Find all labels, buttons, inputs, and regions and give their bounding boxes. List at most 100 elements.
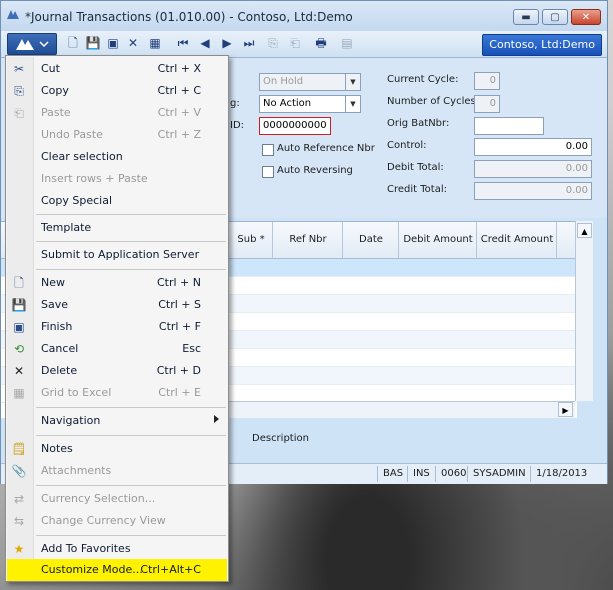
control-field[interactable]: 0.00 — [474, 138, 592, 156]
window-title: *Journal Transactions (01.010.00) - Cont… — [25, 10, 353, 24]
paste-icon[interactable]: ⎗ — [287, 35, 303, 51]
menu-item-delete[interactable]: ✕ Delete Ctrl + D — [7, 360, 227, 382]
debit-total-label: Debit Total: — [387, 162, 444, 173]
app-menu-logo-icon — [16, 39, 49, 50]
menu-item-paste[interactable]: ⎗ Paste Ctrl + V — [7, 102, 227, 124]
status-bas: BAS — [377, 466, 408, 482]
credit-total-field[interactable]: 0.00 — [474, 182, 592, 200]
scissors-icon: ✂ — [13, 62, 25, 76]
posting-select[interactable]: No Action ▼ — [259, 95, 361, 113]
currency-view-icon: ⇆ — [13, 514, 25, 528]
num-cycles-field[interactable]: 0 — [474, 95, 500, 113]
save-icon[interactable]: 💾 — [85, 35, 101, 51]
save-icon: 💾 — [11, 298, 27, 312]
menu-item-template[interactable]: Template — [7, 217, 227, 239]
menu-separator — [36, 435, 226, 436]
report-icon[interactable]: ▤ — [339, 35, 355, 51]
copy-icon: ⎘ — [14, 84, 24, 98]
menu-item-copy-special[interactable]: Copy Special — [7, 190, 227, 212]
last-record-icon[interactable]: ⏭ — [241, 35, 257, 51]
menu-item-insert-rows-paste[interactable]: Insert rows + Paste — [7, 168, 227, 190]
menu-item-submit-server[interactable]: Submit to Application Server — [7, 244, 227, 266]
menu-separator — [36, 241, 226, 242]
column-ref-nbr[interactable]: Ref Nbr — [272, 222, 343, 258]
excel-icon: ▦ — [13, 386, 25, 400]
star-icon: ★ — [13, 542, 25, 556]
menu-item-undo-paste[interactable]: Undo Paste Ctrl + Z — [7, 124, 227, 146]
menu-item-cancel[interactable]: ⟲ Cancel Esc — [7, 338, 227, 360]
toolbar: 🗋 💾 ▣ ✕ ▦ ⏮ ◀ ▶ ⏭ ⎘ ⎗ 🖶 ▤ Contoso, Ltd:D… — [1, 31, 607, 58]
id-label: ID: — [230, 120, 245, 131]
menu-item-finish[interactable]: ▣ Finish Ctrl + F — [7, 316, 227, 338]
menu-item-notes[interactable]: 🗒 Notes — [7, 438, 227, 460]
status-user: SYSADMIN — [467, 466, 531, 482]
menu-item-grid-to-excel[interactable]: ▦ Grid to Excel Ctrl + E — [7, 382, 227, 404]
attachments-icon: 📎 — [11, 464, 27, 478]
column-debit-amount[interactable]: Debit Amount — [398, 222, 477, 258]
vertical-scrollbar[interactable]: ▲ — [575, 221, 593, 401]
scroll-up-icon[interactable]: ▲ — [577, 223, 592, 238]
maximize-button[interactable]: ▢ — [542, 9, 568, 25]
menu-item-clear-selection[interactable]: Clear selection — [7, 146, 227, 168]
submenu-arrow-icon — [214, 415, 219, 423]
minimize-button[interactable]: ▬ — [513, 9, 539, 25]
status-select[interactable]: On Hold ▼ — [259, 73, 361, 91]
auto-reference-checkbox[interactable] — [262, 144, 274, 156]
grid-icon[interactable]: ▦ — [147, 35, 163, 51]
id-field[interactable]: 0000000000 — [259, 117, 331, 135]
delete-icon[interactable]: ✕ — [125, 35, 141, 51]
application-dropdown-menu: ✂ Cut Ctrl + X ⎘ Copy Ctrl + C ⎗ Paste C… — [5, 55, 229, 582]
status-ins: INS — [407, 466, 435, 482]
menu-item-save[interactable]: 💾 Save Ctrl + S — [7, 294, 227, 316]
previous-record-icon[interactable]: ◀ — [197, 35, 213, 51]
finish-icon[interactable]: ▣ — [105, 35, 121, 51]
next-record-icon[interactable]: ▶ — [219, 35, 235, 51]
posting-label: g: — [230, 98, 240, 109]
menu-item-change-currency-view[interactable]: ⇆ Change Currency View — [7, 510, 227, 532]
first-record-icon[interactable]: ⏮ — [175, 35, 191, 51]
menu-item-customize-mode[interactable]: Customize Mode... Ctrl+Alt+C — [7, 559, 227, 581]
copy-icon[interactable]: ⎘ — [265, 35, 281, 51]
menu-item-new[interactable]: 🗋 New Ctrl + N — [7, 272, 227, 294]
close-button[interactable]: ✕ — [571, 9, 601, 25]
menu-item-copy[interactable]: ⎘ Copy Ctrl + C — [7, 80, 227, 102]
menu-separator — [36, 269, 226, 270]
print-icon[interactable]: 🖶 — [313, 35, 329, 51]
menu-item-add-favorites[interactable]: ★ Add To Favorites — [7, 538, 227, 560]
notes-icon: 🗒 — [11, 442, 27, 456]
credit-total-label: Credit Total: — [387, 184, 447, 195]
chevron-down-icon: ▼ — [345, 74, 360, 90]
column-sub[interactable]: Sub * — [228, 222, 273, 258]
menu-item-navigation[interactable]: Navigation — [7, 410, 227, 432]
horizontal-scrollbar[interactable]: ▶ — [229, 401, 575, 418]
scroll-right-icon[interactable]: ▶ — [558, 402, 573, 417]
column-date[interactable]: Date — [342, 222, 399, 258]
auto-reversing-checkbox[interactable] — [262, 166, 274, 178]
company-badge[interactable]: Contoso, Ltd:Demo — [482, 34, 602, 56]
app-logo-icon — [7, 10, 19, 19]
menu-separator — [36, 214, 226, 215]
auto-reversing-label: Auto Reversing — [277, 165, 353, 176]
menu-item-attachments[interactable]: 📎 Attachments — [7, 460, 227, 482]
current-cycle-field[interactable]: 0 — [474, 72, 500, 90]
title-bar: *Journal Transactions (01.010.00) - Cont… — [1, 1, 607, 31]
menu-separator — [36, 485, 226, 486]
currency-icon: ⇄ — [13, 492, 25, 506]
control-label: Control: — [387, 140, 427, 151]
menu-separator — [36, 535, 226, 536]
status-date: 1/18/2013 — [530, 466, 592, 482]
finish-icon: ▣ — [13, 320, 25, 334]
chevron-down-icon: ▼ — [345, 96, 360, 112]
description-label: Description — [252, 433, 309, 444]
current-cycle-label: Current Cycle: — [387, 74, 459, 85]
orig-batnbr-field[interactable] — [474, 117, 544, 135]
menu-item-cut[interactable]: ✂ Cut Ctrl + X — [7, 58, 227, 80]
cancel-icon: ⟲ — [13, 342, 25, 356]
orig-batnbr-label: Orig BatNbr: — [387, 118, 450, 129]
menu-item-currency-selection[interactable]: ⇄ Currency Selection... — [7, 488, 227, 510]
new-document-icon[interactable]: 🗋 — [65, 35, 81, 51]
new-document-icon: 🗋 — [14, 276, 24, 290]
application-menu-button[interactable] — [7, 33, 57, 55]
debit-total-field[interactable]: 0.00 — [474, 160, 592, 178]
column-credit-amount[interactable]: Credit Amount — [476, 222, 557, 258]
